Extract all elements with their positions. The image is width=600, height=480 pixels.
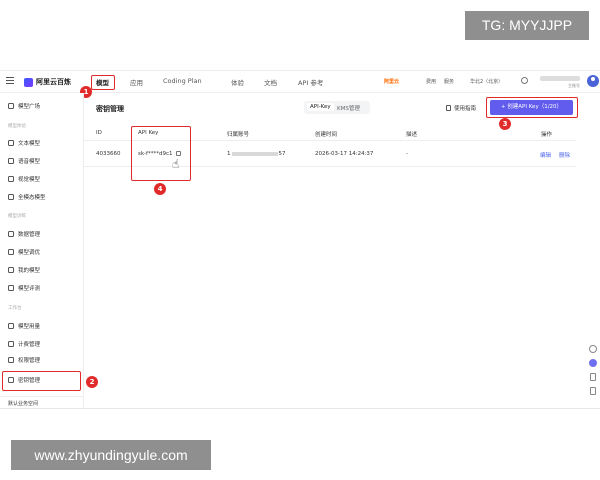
billing-icon: [8, 341, 14, 347]
permission-icon: [8, 357, 14, 363]
sidebar-item-model-square[interactable]: 模型广场: [8, 101, 40, 111]
key-type-toggle: API-Key KMS管理: [304, 101, 370, 114]
username: [540, 76, 580, 81]
guide-link-label: 使用指南: [454, 106, 477, 112]
account-masked: [231, 151, 278, 156]
logo[interactable]: 阿里云百炼: [24, 76, 71, 88]
sidebar-item-usage[interactable]: 模型用量: [8, 321, 40, 331]
sidebar-item-label: 模型评测: [18, 286, 41, 292]
sidebar-item-my-models[interactable]: 我的模型: [8, 265, 40, 275]
col-id: ID: [96, 130, 102, 136]
cell-desc: -: [406, 151, 408, 157]
account-suffix: 57: [278, 151, 286, 157]
annotation-box-4: [131, 126, 191, 181]
sidebar-item-label: 我的模型: [18, 268, 41, 274]
cell-account: 1 57: [227, 151, 286, 157]
tune-icon: [8, 249, 14, 255]
annotation-box-3: [486, 97, 578, 118]
watermark-top: TG: MYYJJPP: [465, 11, 589, 40]
sidebar-item-label: 模型用量: [18, 324, 41, 330]
logo-text: 阿里云百炼: [36, 78, 71, 86]
tab-apps[interactable]: 应用: [130, 77, 143, 87]
col-desc: 描述: [406, 132, 418, 138]
app-window: 阿里云百炼 模型 应用 Coding Plan 体验 文档 API 参考 阿里云…: [0, 70, 600, 409]
sidebar-item-text-model[interactable]: 文本模型: [8, 138, 40, 148]
annotation-box-2: [2, 371, 81, 391]
account-type: 主账号: [568, 83, 580, 88]
sidebar-item-label: 语音模型: [18, 159, 41, 165]
tab-coding-plan[interactable]: Coding Plan: [163, 77, 202, 85]
model-square-icon: [8, 103, 14, 109]
tab-experience[interactable]: 体验: [231, 77, 244, 87]
omni-icon: [8, 194, 14, 200]
edit-link[interactable]: 编辑: [540, 151, 551, 159]
vision-icon: [8, 176, 14, 182]
sidebar-item-billing[interactable]: 计费管理: [8, 339, 40, 349]
settings-icon[interactable]: [521, 77, 528, 84]
sidebar-section-training: 模型训练: [8, 214, 26, 219]
usage-icon: [8, 323, 14, 329]
sidebar-section-experience: 模型体验: [8, 124, 26, 129]
cell-id: 4033660: [96, 151, 121, 157]
region-selector[interactable]: 华北2（北京）: [470, 78, 503, 85]
sidebar: 模型广场 模型体验 文本模型 语音模型 视觉模型 全模态模型 模型训练 数据管理…: [0, 93, 84, 408]
delete-link[interactable]: 删除: [559, 151, 570, 159]
logo-icon: [24, 77, 33, 87]
sidebar-item-eval[interactable]: 模型评测: [8, 283, 40, 293]
tab-docs[interactable]: 文档: [264, 77, 277, 87]
watermark-bottom: www.zhyundingyule.com: [11, 440, 211, 470]
avatar[interactable]: [587, 75, 599, 87]
account-prefix: 1: [227, 151, 231, 157]
sidebar-item-label: 权限管理: [18, 358, 41, 364]
sidebar-item-voice-model[interactable]: 语音模型: [8, 156, 40, 166]
data-icon: [8, 231, 14, 237]
service-link[interactable]: 服务: [444, 78, 454, 85]
col-created: 创建时间: [315, 132, 338, 138]
sidebar-item-data[interactable]: 数据管理: [8, 229, 40, 239]
guide-link[interactable]: 使用指南: [446, 104, 476, 112]
sidebar-item-label: 文本模型: [18, 141, 41, 147]
sidebar-item-omni-model[interactable]: 全模态模型: [8, 192, 46, 202]
sidebar-section-workbench: 工作台: [8, 306, 22, 311]
col-actions: 操作: [541, 132, 553, 138]
sidebar-item-tune[interactable]: 模型调优: [8, 247, 40, 257]
sidebar-item-label: 计费管理: [18, 342, 41, 348]
doc-icon[interactable]: [590, 373, 596, 381]
annotation-box-1: [91, 75, 115, 90]
document-icon: [446, 105, 451, 111]
sidebar-item-label: 模型广场: [18, 104, 41, 110]
aliyun-link[interactable]: 阿里云: [384, 78, 399, 85]
eval-icon: [8, 285, 14, 291]
sidebar-item-label: 全模态模型: [18, 195, 46, 201]
annotation-badge-4: 4: [154, 183, 166, 195]
sidebar-item-permissions[interactable]: 权限管理: [8, 355, 40, 365]
tab-kms[interactable]: KMS管理: [337, 104, 360, 112]
floating-toolbar: [586, 345, 600, 401]
annotation-badge-3: 3: [499, 118, 511, 130]
text-icon: [8, 140, 14, 146]
sidebar-item-label: 模型调优: [18, 250, 41, 256]
tab-api-ref[interactable]: API 参考: [298, 77, 323, 87]
voice-icon: [8, 158, 14, 164]
sidebar-item-vision-model[interactable]: 视觉模型: [8, 174, 40, 184]
sidebar-item-label: 数据管理: [18, 232, 41, 238]
workspace-selector[interactable]: 默认业务空间: [0, 396, 84, 408]
note-icon[interactable]: [590, 387, 596, 395]
my-model-icon: [8, 267, 14, 273]
page-title: 密钥管理: [96, 105, 124, 113]
col-account: 归属账号: [227, 132, 250, 138]
sidebar-item-label: 视觉模型: [18, 177, 41, 183]
tab-api-key[interactable]: API-Key: [307, 103, 334, 111]
cell-created: 2026-03-17 14:24:37: [315, 151, 374, 157]
headset-icon[interactable]: [589, 345, 597, 353]
assistant-icon[interactable]: [589, 359, 597, 367]
fee-link[interactable]: 费用: [426, 78, 436, 85]
menu-icon[interactable]: [6, 77, 14, 85]
